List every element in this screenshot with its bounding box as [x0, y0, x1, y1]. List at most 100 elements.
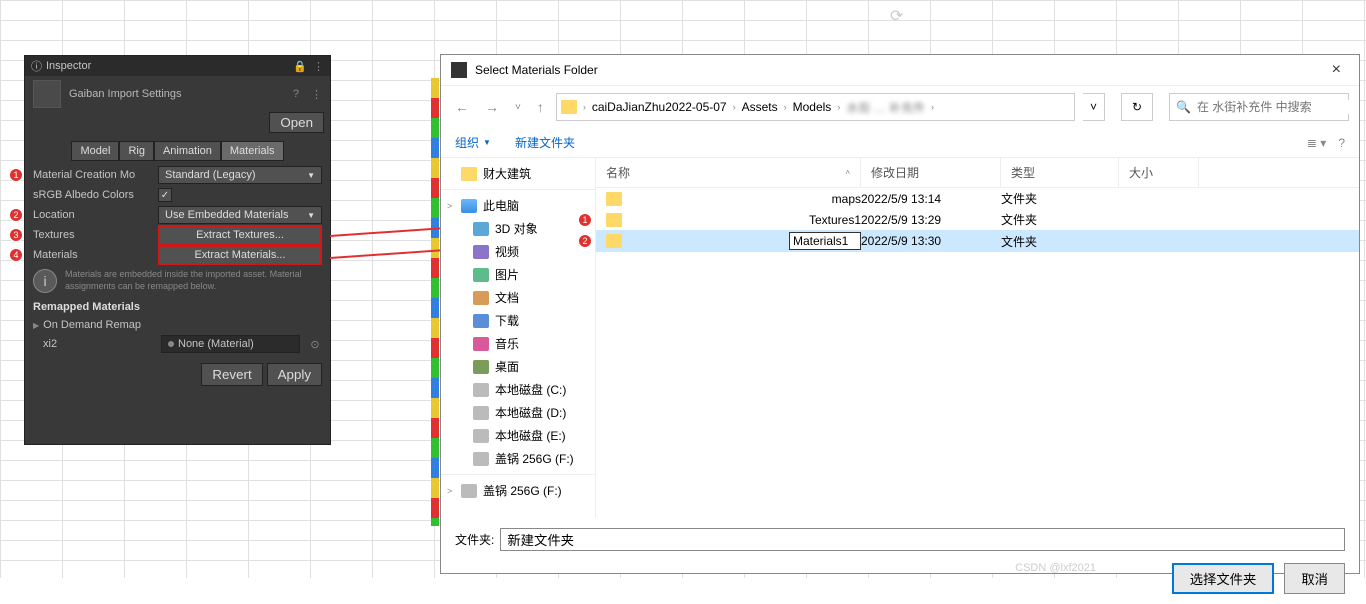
close-button[interactable]: × — [1324, 61, 1349, 79]
tree-item[interactable]: 文档 — [441, 286, 595, 309]
tree-item[interactable]: 本地磁盘 (C:) — [441, 378, 595, 401]
tree-item[interactable]: 本地磁盘 (D:) — [441, 401, 595, 424]
info-text: Materials are embedded inside the import… — [65, 269, 322, 292]
video-icon — [473, 245, 489, 259]
column-date[interactable]: 修改日期 — [861, 158, 1001, 187]
kebab-menu-icon[interactable]: ⋮ — [313, 60, 324, 73]
field-label: Materials — [33, 249, 158, 261]
annotation-badge: 1 — [578, 213, 592, 227]
on-demand-remap-row[interactable]: ▶ On Demand Remap — [25, 317, 330, 333]
tab-rig[interactable]: Rig — [119, 141, 154, 161]
srgb-checkbox[interactable]: ✓ — [158, 188, 172, 202]
new-folder-button[interactable]: 新建文件夹 — [515, 134, 575, 151]
tree-item[interactable]: ˃此电脑 — [441, 194, 595, 217]
cancel-button[interactable]: 取消 — [1284, 563, 1345, 594]
dl-icon — [473, 314, 489, 328]
folder-label: 文件夹: — [455, 531, 494, 548]
column-type[interactable]: 类型 — [1001, 158, 1119, 187]
srgb-row: sRGB Albedo Colors ✓ — [25, 185, 330, 205]
annotation-badge-3: 3 — [9, 228, 23, 242]
rename-input[interactable] — [789, 232, 861, 250]
location-row: 2 Location Use Embedded Materials▼ — [25, 205, 330, 225]
folder-icon — [606, 192, 622, 206]
annotation-badge-4: 4 — [9, 248, 23, 262]
tab-animation[interactable]: Animation — [154, 141, 221, 161]
extract-materials-button[interactable]: Extract Materials... — [158, 245, 322, 265]
inspector-info-icon: ⓘ — [31, 58, 42, 74]
address-bar[interactable]: › caiDaJianZhu2022-05-07 › Assets › Mode… — [556, 93, 1075, 121]
expand-triangle-icon: ▶ — [33, 321, 39, 330]
inspector-footer: Revert Apply — [25, 355, 330, 394]
tree-item[interactable]: 财大建筑 — [441, 162, 595, 185]
breadcrumb-segment: Assets — [738, 98, 782, 116]
tree-item[interactable]: 下载 — [441, 309, 595, 332]
tree-item[interactable]: ˃盖锅 256G (F:) — [441, 479, 595, 502]
folder-input[interactable] — [500, 528, 1345, 551]
search-box[interactable]: 🔍 — [1169, 93, 1349, 121]
drive-icon — [473, 452, 489, 466]
music-icon — [473, 337, 489, 351]
folder-name-field: 文件夹: — [455, 528, 1345, 551]
search-input[interactable] — [1197, 100, 1352, 114]
nav-recent-dropdown[interactable]: ˅ — [511, 98, 525, 117]
column-size[interactable]: 大小 — [1119, 158, 1199, 187]
tree-item[interactable]: 桌面 — [441, 355, 595, 378]
apply-button[interactable]: Apply — [267, 363, 322, 386]
tree-item[interactable]: 音乐 — [441, 332, 595, 355]
location-dropdown[interactable]: Use Embedded Materials▼ — [158, 206, 322, 224]
doc-icon — [473, 291, 489, 305]
rotate-handle-icon: ⟳ — [890, 6, 903, 26]
select-folder-button[interactable]: 选择文件夹 — [1172, 563, 1275, 594]
asset-menu-icon[interactable]: ⋮ — [311, 88, 322, 101]
unity-logo-icon — [451, 62, 467, 78]
nav-back-button[interactable]: ← — [451, 95, 473, 119]
list-row[interactable]: 22022/5/9 13:30文件夹 — [596, 230, 1359, 252]
info-box: i Materials are embedded inside the impo… — [25, 265, 330, 297]
help-icon[interactable]: ? — [1338, 136, 1345, 150]
dialog-footer: 文件夹: 选择文件夹 取消 — [441, 518, 1359, 604]
help-icon[interactable]: ? — [293, 88, 299, 100]
pic-icon — [473, 268, 489, 282]
breadcrumb-segment: Models — [789, 98, 836, 116]
organize-dropdown[interactable]: 组织 ▼ — [455, 134, 491, 151]
folder-tree: 财大建筑˃此电脑3D 对象视频图片文档下载音乐桌面本地磁盘 (C:)本地磁盘 (… — [441, 158, 596, 518]
folder-icon — [461, 167, 477, 181]
breadcrumb-segment: caiDaJianZhu2022-05-07 — [588, 98, 731, 116]
pc-icon — [461, 199, 477, 213]
object-picker-icon[interactable]: ⊙ — [308, 338, 322, 351]
tab-model[interactable]: Model — [71, 141, 119, 161]
tree-item[interactable]: 图片 — [441, 263, 595, 286]
tab-materials[interactable]: Materials — [221, 141, 284, 161]
list-row[interactable]: maps2022/5/9 13:14文件夹 — [596, 188, 1359, 209]
material-dot-icon — [168, 341, 174, 347]
import-tabs: ModelRigAnimationMaterials — [25, 137, 330, 165]
view-mode-button[interactable]: ≣ ▾ — [1307, 136, 1326, 150]
nav-forward-button[interactable]: → — [481, 95, 503, 119]
remapped-materials-title: Remapped Materials — [25, 297, 330, 317]
sort-indicator-icon: ˄ — [845, 168, 850, 177]
refresh-button[interactable]: ↻ — [1121, 93, 1153, 121]
field-label: Material Creation Mo — [33, 169, 158, 181]
annotation-badge-1: 1 — [9, 168, 23, 182]
file-list: 名称˄ 修改日期 类型 大小 maps2022/5/9 13:14文件夹1Tex… — [596, 158, 1359, 518]
drive-icon — [461, 484, 477, 498]
open-button[interactable]: Open — [269, 112, 324, 133]
creation-mode-dropdown[interactable]: Standard (Legacy)▼ — [158, 166, 322, 184]
chevron-down-icon: ▼ — [307, 171, 315, 180]
lock-icon[interactable]: 🔒 — [293, 60, 307, 73]
info-icon: i — [33, 269, 57, 293]
material-object-field[interactable]: None (Material) — [161, 335, 300, 353]
tree-item[interactable]: 盖锅 256G (F:) — [441, 447, 595, 470]
tree-item[interactable]: 3D 对象 — [441, 217, 595, 240]
drive-icon — [473, 406, 489, 420]
address-dropdown[interactable]: ˅ — [1083, 93, 1105, 121]
column-name[interactable]: 名称˄ — [596, 158, 861, 187]
revert-button[interactable]: Revert — [201, 363, 262, 386]
tree-item[interactable]: 本地磁盘 (E:) — [441, 424, 595, 447]
tree-item[interactable]: 视频 — [441, 240, 595, 263]
nav-up-button[interactable]: ↑ — [533, 95, 548, 119]
list-row[interactable]: 1Textures12022/5/9 13:29文件夹 — [596, 209, 1359, 230]
extract-textures-button[interactable]: Extract Textures... — [158, 225, 322, 245]
breadcrumb-segment: 水街 … 补充件 — [842, 97, 929, 118]
material-creation-mode-row: 1 Material Creation Mo Standard (Legacy)… — [25, 165, 330, 185]
